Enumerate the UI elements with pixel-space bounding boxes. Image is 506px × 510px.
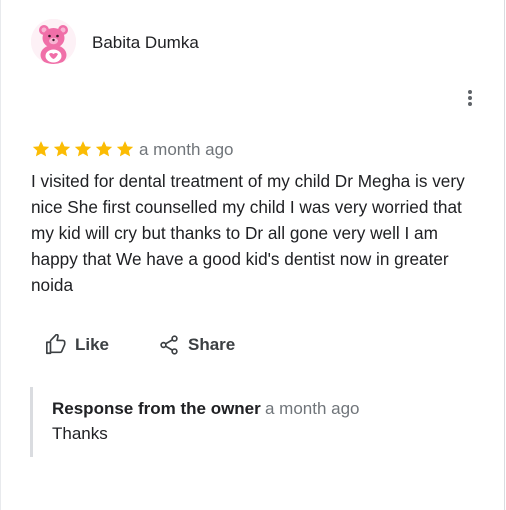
star-icon [74, 141, 92, 157]
more-options-icon[interactable] [460, 88, 480, 108]
owner-response-title: Response from the owner [52, 399, 261, 418]
owner-response-date: a month ago [265, 399, 360, 418]
star-icon [95, 141, 113, 157]
avatar[interactable] [31, 19, 76, 64]
card-left-border [0, 0, 1, 510]
teddy-bear-icon [31, 19, 76, 64]
review-date: a month ago [139, 140, 234, 159]
star-rating [31, 139, 135, 159]
share-button[interactable]: Share [158, 333, 235, 357]
share-icon [160, 335, 178, 355]
star-icon [116, 141, 134, 157]
owner-response-bar [30, 387, 33, 457]
reviewer-name[interactable]: Babita Dumka [92, 33, 199, 53]
like-button[interactable]: Like [45, 333, 109, 357]
star-icon [53, 141, 71, 157]
star-icon [32, 141, 50, 157]
like-label: Like [75, 335, 110, 354]
owner-response-text: Thanks [52, 424, 108, 443]
review-text: I visited for dental treatment of my chi… [31, 171, 465, 295]
thumb-up-icon [46, 334, 66, 355]
share-label: Share [188, 335, 236, 354]
